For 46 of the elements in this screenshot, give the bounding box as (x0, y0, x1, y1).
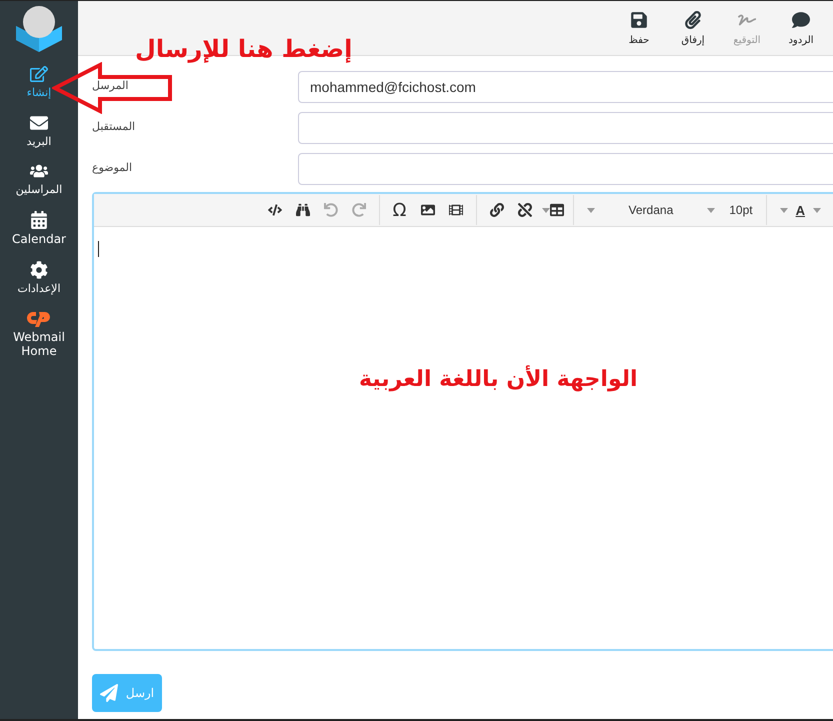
special-character-button[interactable]: Ω (386, 197, 413, 223)
table-icon (550, 203, 564, 217)
film-icon (448, 203, 463, 217)
binoculars-icon (296, 203, 310, 217)
speech-bubble-icon (792, 10, 810, 28)
nav-item[interactable]: إنشاء (0, 57, 78, 106)
field-label: المستقبل (92, 119, 136, 133)
save-icon (630, 10, 648, 28)
annotation-text: الواجهة الأن باللغة العربية (359, 367, 638, 392)
caret-icon (813, 208, 821, 212)
font-select[interactable]: Verdana (580, 203, 722, 217)
undo-icon (324, 203, 338, 217)
input-field[interactable]: mohammed@fcichost.com (298, 71, 833, 103)
nav-item[interactable]: Calendar (0, 202, 78, 253)
field-label: المرسل (92, 78, 130, 92)
field-label: الموضوع (92, 160, 134, 174)
cpanel-logo-icon (27, 309, 51, 328)
annotation-text: إضغط هنا للإرسال (135, 35, 352, 63)
redo-icon (352, 203, 366, 217)
text-cursor (98, 241, 99, 257)
text-color-button[interactable]: A (774, 202, 827, 218)
link-icon (490, 203, 504, 217)
envelope-icon (30, 114, 48, 132)
toolbar-button[interactable]: حفظ (621, 10, 657, 46)
nav-item[interactable]: Webmail Home (0, 301, 78, 365)
nav-item[interactable]: المراسلين (0, 154, 78, 203)
caret-icon (586, 208, 595, 212)
caret-icon (542, 208, 550, 212)
paperclip-icon (684, 10, 702, 28)
image-icon (420, 203, 435, 217)
toolbar-button[interactable]: إرفاق (675, 10, 711, 46)
compose-icon (30, 65, 48, 83)
toolbar-button[interactable]: الردود (783, 10, 819, 46)
code-icon (268, 203, 282, 217)
input-field[interactable] (298, 112, 833, 144)
font-size-select[interactable]: 10pt (723, 203, 759, 217)
caret-icon (780, 208, 788, 212)
caret-icon (707, 208, 716, 212)
calendar-icon (30, 210, 48, 229)
input-field[interactable] (298, 153, 833, 185)
unlink-icon (518, 203, 532, 217)
settings-icon (30, 260, 48, 279)
nav-item[interactable]: البريد (0, 106, 78, 154)
people-icon (30, 162, 48, 180)
nav-item[interactable]: الإعدادات (0, 252, 78, 302)
paper-plane-icon (100, 684, 118, 702)
